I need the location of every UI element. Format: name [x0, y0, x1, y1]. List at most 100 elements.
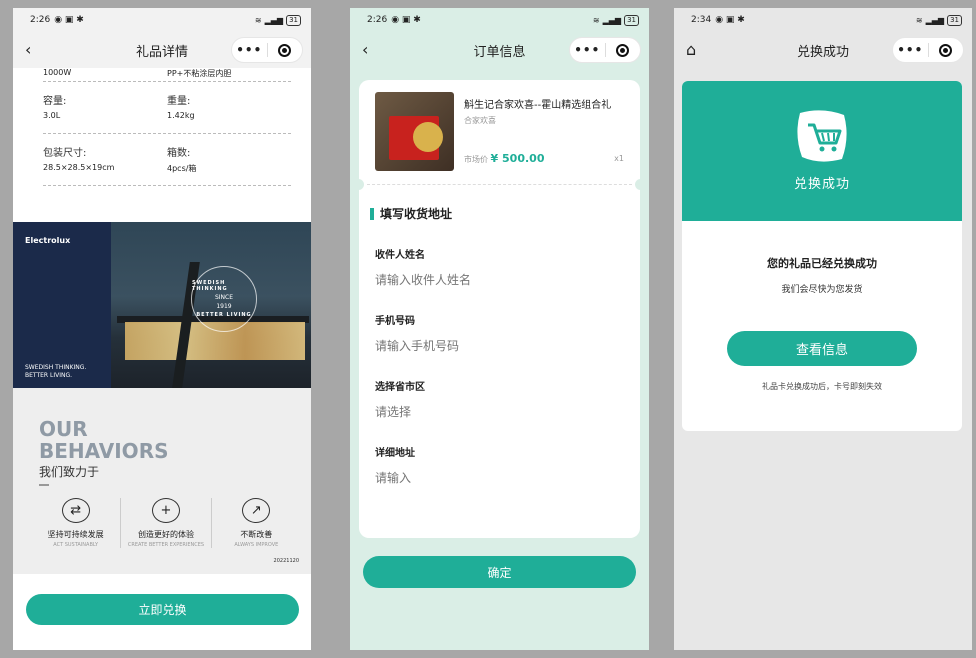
status-time: 2:26	[30, 15, 51, 25]
behavior-en: ALWAYS IMPROVE	[234, 542, 279, 548]
signal-icon: ▂▄▆	[925, 15, 945, 25]
section-title: 填写收货地址	[370, 205, 640, 222]
success-card: 兑换成功 您的礼品已经兑换成功 我们会尽快为您发货 查看信息 礼品卡兑换成功后，…	[682, 81, 962, 431]
behaviors-subtitle: 我们致力于	[39, 465, 100, 479]
field-label: 收件人姓名	[375, 250, 425, 261]
status-right: ≋ ▂▄▆ 31	[592, 14, 639, 26]
success-subtext: 我们会尽快为您发货	[781, 285, 863, 295]
divider	[39, 484, 49, 486]
nav-bar: ⌂ 兑换成功 •••	[674, 32, 972, 68]
success-banner: 兑换成功	[682, 81, 962, 221]
behavior-en: CREATE BETTER EXPERIENCES	[127, 542, 205, 548]
behavior-label: 不断改善	[240, 530, 273, 539]
back-icon[interactable]: ‹	[25, 40, 31, 60]
behaviors-list: ⇄ 坚持可持续发展 ACT SUSTAINABLY + 创造更好的体验 CREA…	[31, 498, 301, 548]
confirm-button[interactable]: 确定	[363, 556, 636, 588]
wifi-icon: ≋	[592, 15, 600, 25]
product-name: 斛生记合家欢喜--霍山精选组合礼	[464, 100, 612, 111]
plus-icon: +	[151, 498, 180, 523]
more-icon[interactable]: •••	[570, 43, 605, 57]
battery-icon: 31	[947, 14, 962, 26]
wifi-icon: ≋	[254, 15, 262, 25]
order-card: 斛生记合家欢喜--霍山精选组合礼 合家欢喜 市场价 ¥ 500.00 x1 填写…	[353, 80, 646, 538]
status-bar: 2:26 ◉ ▣ ✱ ≋ ▂▄▆ 31	[13, 8, 311, 32]
status-right: ≋ ▂▄▆ 31	[254, 14, 301, 26]
redeem-now-button[interactable]: 立即兑换	[26, 594, 299, 625]
product-qty: x1	[614, 154, 624, 163]
nav-bar: ‹ 订单信息 •••	[350, 32, 649, 68]
more-icon[interactable]: •••	[893, 43, 928, 57]
phone-input[interactable]	[375, 339, 615, 353]
status-right: ≋ ▂▄▆ 31	[915, 14, 962, 26]
behavior-item: ↗ 不断改善 ALWAYS IMPROVE	[212, 498, 301, 548]
home-icon[interactable]: ⌂	[686, 40, 696, 60]
region-field: 选择省市区	[375, 378, 640, 420]
product-image	[375, 92, 454, 171]
phone-field: 手机号码	[375, 312, 640, 354]
miniapp-capsule: •••	[231, 37, 303, 63]
gift-detail-screen: 2:26 ◉ ▣ ✱ ≋ ▂▄▆ 31 ‹ 礼品详情 ••• 1000W PP+不粘涂…	[13, 8, 311, 650]
trend-up-icon: ↗	[242, 498, 271, 523]
status-time: 2:34	[691, 15, 712, 25]
spec-row: 1000W PP+不粘涂层内胆	[43, 68, 291, 82]
spec-value: PP+不粘涂层内胆	[167, 69, 232, 78]
status-bar: 2:26 ◉ ▣ ✱ ≋ ▂▄▆ 31	[350, 8, 649, 32]
status-time: 2:26	[367, 15, 388, 25]
address-input[interactable]	[375, 471, 615, 485]
close-miniapp-icon[interactable]	[268, 43, 303, 57]
status-icons: ◉ ▣ ✱	[54, 15, 84, 25]
wifi-icon: ≋	[915, 15, 923, 25]
product-info: 斛生记合家欢喜--霍山精选组合礼 合家欢喜 市场价 ¥ 500.00 x1	[464, 92, 624, 184]
house-photo: SWEDISH THINKING SINCE 1919 BETTER LIVIN…	[111, 222, 311, 388]
more-icon[interactable]: •••	[232, 43, 267, 57]
divider	[353, 179, 646, 190]
recipient-name-input[interactable]	[375, 273, 615, 287]
spec-value: 3.0L	[43, 111, 61, 120]
behaviors-section: OUR BEHAVIORS 我们致力于 ⇄ 坚持可持续发展 ACT SUSTAIN…	[13, 388, 311, 574]
spec-label: 箱数:	[167, 148, 191, 159]
page-title: 礼品详情	[135, 44, 188, 60]
back-icon[interactable]: ‹	[362, 40, 368, 60]
behavior-en: ACT SUSTAINABLY	[53, 542, 99, 548]
behavior-label: 坚持可持续发展	[47, 530, 104, 539]
spec-table: 1000W PP+不粘涂层内胆 容量: 3.0L 重量: 1.42kg 包装尺寸: 2…	[13, 68, 311, 186]
signal-icon: ▂▄▆	[602, 15, 622, 25]
electrolux-logo: Electrolux	[25, 236, 71, 245]
success-note: 礼品卡兑换成功后，卡号即刻失效	[762, 382, 882, 391]
spec-value: 1000W	[43, 68, 72, 77]
status-icons: ◉ ▣ ✱	[391, 15, 421, 25]
success-banner-title: 兑换成功	[793, 177, 850, 192]
behaviors-title: OUR BEHAVIORS	[39, 417, 169, 463]
miniapp-capsule: •••	[892, 37, 964, 63]
shopping-cart-icon	[797, 110, 847, 162]
spec-value: 4pcs/箱	[167, 164, 197, 173]
behavior-item: + 创造更好的体验 CREATE BETTER EXPERIENCES	[121, 498, 212, 548]
nav-bar: ‹ 礼品详情 •••	[13, 32, 311, 68]
banner-brand-panel: Electrolux SWEDISH THINKING. BETTER LIVIN…	[13, 222, 111, 388]
battery-icon: 31	[286, 14, 301, 26]
battery-icon: 31	[624, 14, 639, 26]
miniapp-capsule: •••	[569, 37, 641, 63]
signal-icon: ▂▄▆	[264, 15, 284, 25]
status-icons: ◉ ▣ ✱	[715, 15, 745, 25]
since-1919-stamp: SWEDISH THINKING SINCE 1919 BETTER LIVIN…	[191, 266, 257, 332]
behaviors-code: 20221120	[273, 558, 299, 564]
spec-row: 容量: 3.0L 重量: 1.42kg	[43, 82, 291, 134]
spec-row: 包装尺寸: 28.5×28.5×19cm 箱数: 4pcs/箱	[43, 134, 291, 186]
field-label: 手机号码	[375, 316, 415, 327]
behavior-item: ⇄ 坚持可持续发展 ACT SUSTAINABLY	[31, 498, 122, 548]
close-miniapp-icon[interactable]	[606, 43, 641, 57]
spec-value: 1.42kg	[167, 111, 195, 120]
field-label: 详细地址	[375, 448, 415, 459]
page-title: 兑换成功	[796, 44, 849, 60]
close-miniapp-icon[interactable]	[929, 43, 964, 57]
page-title: 订单信息	[473, 44, 526, 60]
cycle-icon: ⇄	[61, 498, 90, 523]
spec-label: 容量:	[43, 96, 67, 107]
region-select[interactable]	[375, 405, 615, 419]
field-label: 选择省市区	[375, 382, 425, 393]
recipient-name-field: 收件人姓名	[375, 246, 640, 288]
view-info-button[interactable]: 查看信息	[727, 331, 917, 366]
status-bar: 2:34 ◉ ▣ ✱ ≋ ▂▄▆ 31	[674, 8, 972, 32]
product-shop: 合家欢喜	[464, 116, 496, 125]
